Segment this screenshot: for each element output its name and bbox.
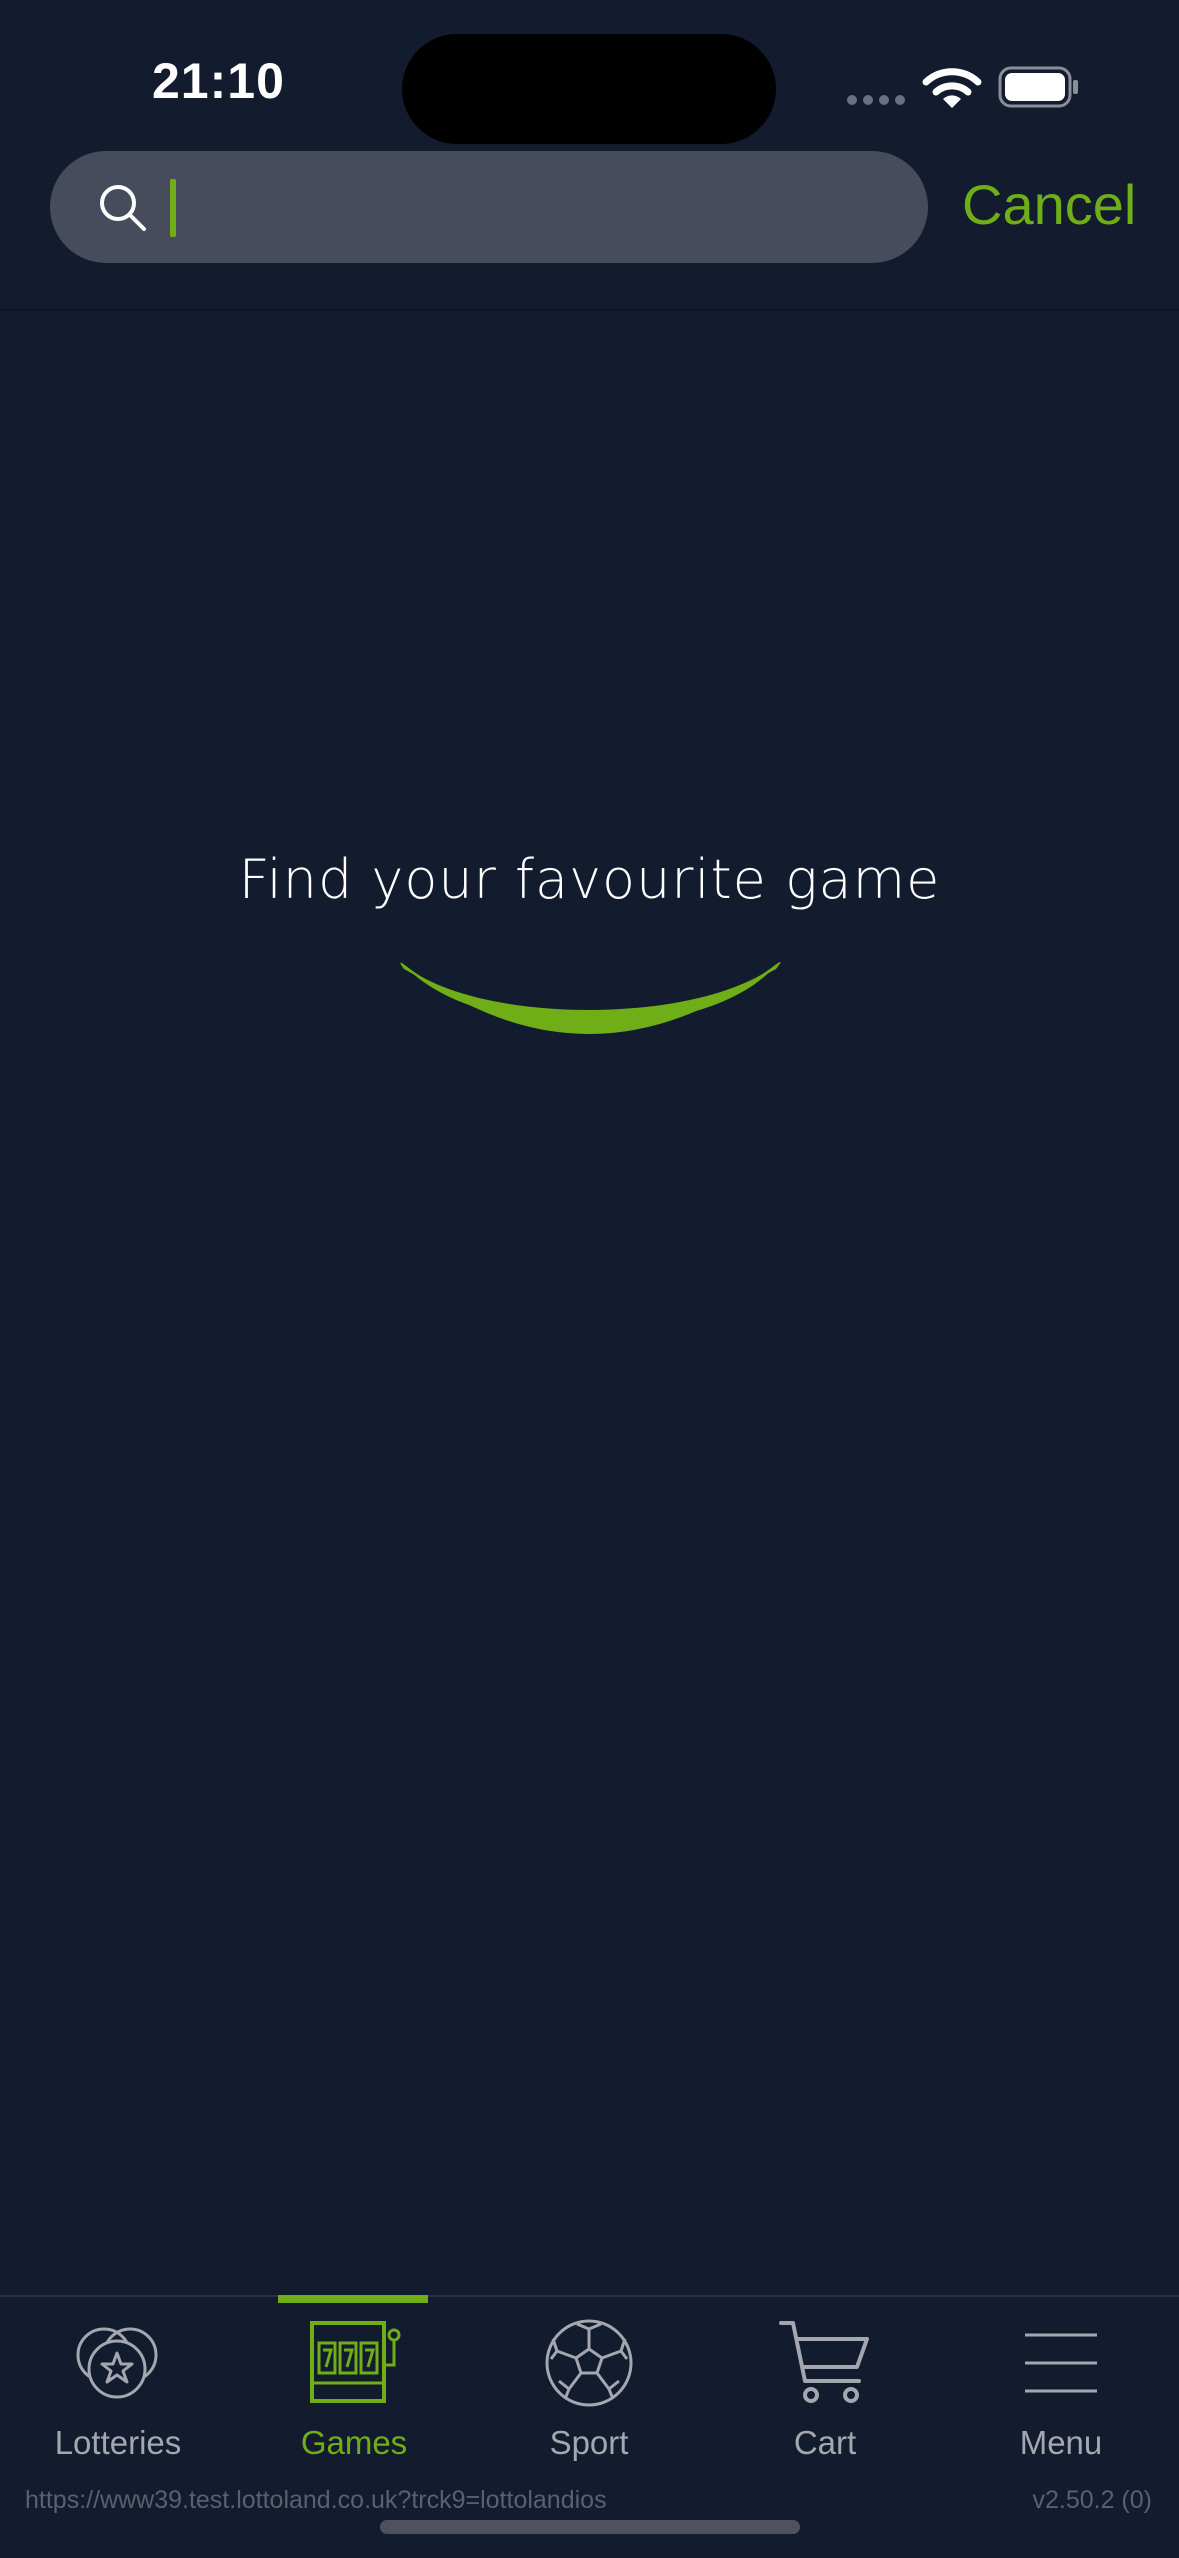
cart-icon (779, 2321, 869, 2403)
tab-label-lotteries: Lotteries (54, 2424, 182, 2461)
hamburger-menu-icon (1025, 2333, 1097, 2393)
tab-cart[interactable]: Cart (707, 2297, 943, 2477)
slot-machine-icon (310, 2321, 401, 2403)
header-divider (0, 309, 1179, 311)
tab-games[interactable]: Games (236, 2297, 472, 2477)
cellular-signal-icon (847, 95, 905, 105)
tab-lotteries[interactable]: Lotteries (0, 2297, 236, 2477)
cancel-button[interactable]: Cancel (962, 172, 1136, 237)
status-time: 21:10 (152, 53, 285, 109)
tab-label-cart: Cart (793, 2424, 857, 2461)
debug-url: https://www39.test.lottoland.co.uk?trck9… (25, 2486, 607, 2514)
tab-label-sport: Sport (549, 2424, 629, 2461)
home-indicator (380, 2520, 800, 2534)
wifi-icon (922, 68, 982, 108)
search-icon (100, 185, 146, 231)
tab-label-games: Games (300, 2424, 408, 2461)
dynamic-island (402, 34, 776, 144)
tab-bar: Lotteries Games Sport Cart Menu (0, 2295, 1179, 2558)
search-bar[interactable] (50, 151, 928, 265)
tab-label-menu: Menu (1019, 2424, 1103, 2461)
tab-sport[interactable]: Sport (471, 2297, 707, 2477)
active-tab-indicator (278, 2295, 428, 2303)
app-version: v2.50.2 (0) (1032, 2486, 1152, 2514)
text-cursor (170, 179, 176, 237)
soccer-ball-icon (545, 2319, 633, 2407)
tab-menu[interactable]: Menu (943, 2297, 1179, 2477)
search-input[interactable] (180, 151, 904, 265)
battery-icon (998, 66, 1078, 108)
empty-state-title: Find your favourite game (238, 848, 941, 911)
smile-logo-icon (400, 961, 781, 1034)
lotteries-icon (76, 2327, 158, 2399)
